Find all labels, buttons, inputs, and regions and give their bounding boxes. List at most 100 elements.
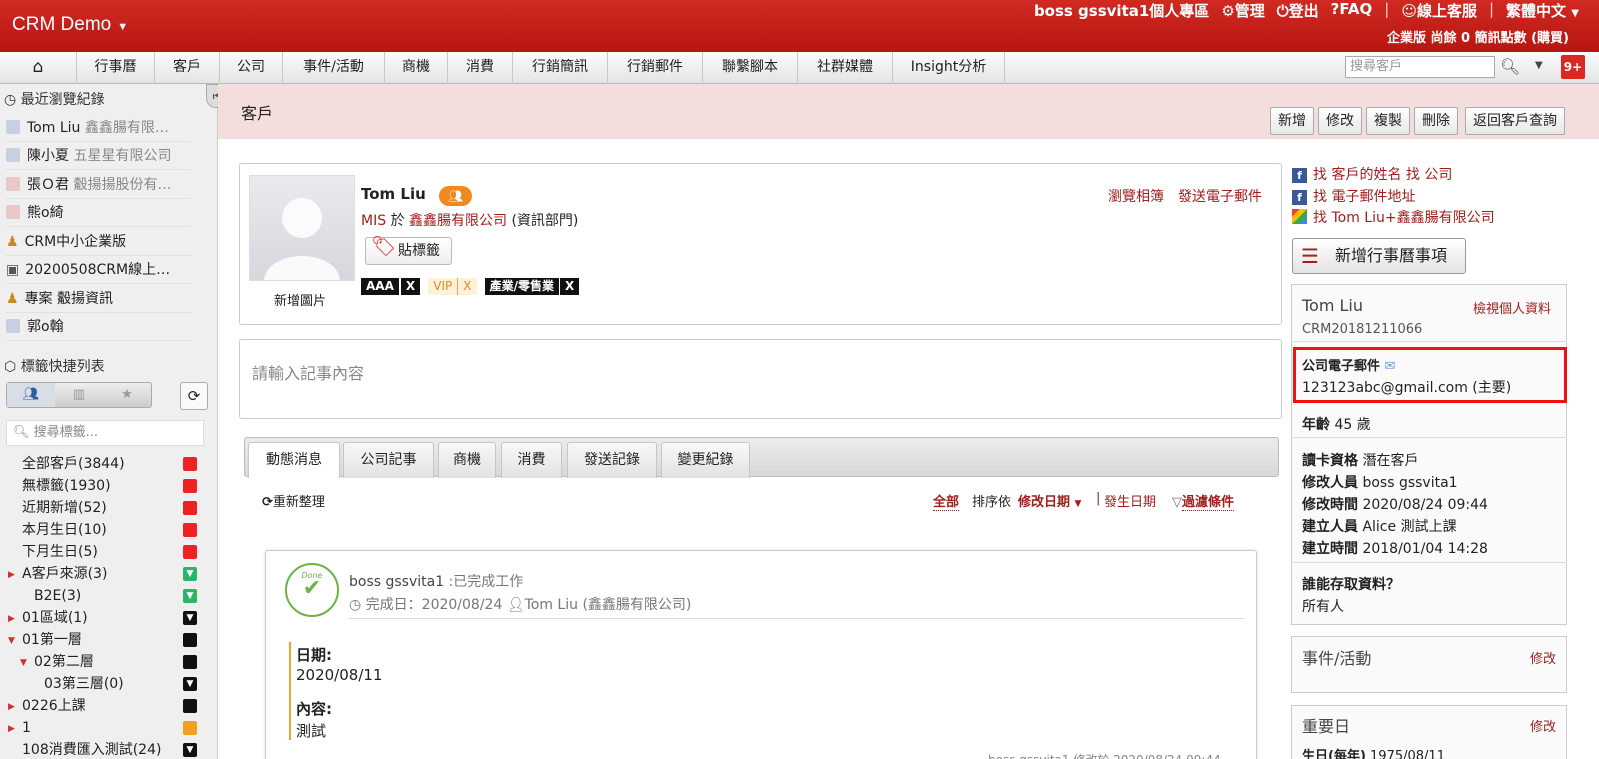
nav-item-scripts[interactable]: 聯繫腳本: [703, 52, 798, 84]
tab-change-log[interactable]: 變更紀錄: [661, 442, 750, 478]
search-icon[interactable]: 🔍︎: [1500, 57, 1520, 76]
company-link[interactable]: 鑫鑫腸有限公司: [409, 213, 507, 229]
add-button[interactable]: 新增: [1270, 107, 1314, 135]
tag-list-item[interactable]: 全部客戶(3844): [22, 453, 197, 475]
chevron-down-icon[interactable]: ▼: [1535, 60, 1543, 71]
back-to-search-button[interactable]: 返回客戶查詢: [1465, 107, 1565, 135]
important-edit-link[interactable]: 修改: [1530, 716, 1556, 735]
recent-item[interactable]: ♟ CRM中小企業版: [6, 228, 191, 256]
note-input[interactable]: [239, 339, 1282, 419]
nav-item-events[interactable]: 事件/活動: [283, 52, 385, 84]
tag-list-item[interactable]: ▼ 01第一層: [8, 629, 197, 651]
tag-list-item[interactable]: ▶ 1: [8, 717, 197, 739]
recent-item[interactable]: 郭o翰: [6, 313, 191, 341]
delete-button[interactable]: 刪除: [1414, 107, 1458, 135]
tag-list-item[interactable]: 108消費匯入測試(24) ▼: [22, 739, 197, 759]
nav-item-sms[interactable]: 行銷簡訊: [513, 52, 608, 84]
email-value[interactable]: 123123abc@gmail.com (主要): [1302, 377, 1511, 397]
nav-item-social[interactable]: 社群媒體: [798, 52, 893, 84]
add-tag-button[interactable]: 🏷︎ 貼標籤: [365, 234, 452, 265]
expand-arrow-icon[interactable]: ▶: [8, 564, 15, 586]
tag-list-item[interactable]: ▶ A客戶來源(3) ▼: [8, 563, 197, 585]
tag-list-item[interactable]: ▶ 0226上課: [8, 695, 197, 717]
feed-company[interactable]: (鑫鑫腸有限公司): [582, 597, 691, 613]
nav-item-company[interactable]: 公司: [220, 52, 283, 84]
find-company-link[interactable]: 公司: [1424, 167, 1452, 183]
tag-list-item[interactable]: ▼ 02第二層: [20, 651, 197, 674]
brand-menu[interactable]: CRM Demo ▼: [12, 14, 128, 36]
refresh-tags-icon[interactable]: ⟳: [180, 382, 208, 410]
sort-modified-date[interactable]: 修改日期 ▼: [1018, 491, 1081, 510]
recent-item[interactable]: ▣ 20200508CRM線上…: [6, 256, 191, 284]
tab-send-records[interactable]: 發送記錄: [567, 442, 657, 478]
refresh-button[interactable]: ⟳重新整理: [262, 491, 325, 510]
role-link[interactable]: MIS: [361, 213, 386, 229]
tag-list-item[interactable]: 無標籤(1930): [22, 475, 197, 497]
send-email-link[interactable]: 發送電子郵件: [1178, 186, 1262, 206]
recent-item[interactable]: ♟ 專案 觳揚資訊: [6, 285, 191, 313]
recent-item[interactable]: Tom Liu 鑫鑫腸有限…: [6, 114, 191, 142]
logout-link[interactable]: ⏻登出: [1277, 0, 1319, 21]
notification-badge[interactable]: 9+: [1561, 55, 1585, 79]
expand-arrow-icon[interactable]: ▶: [8, 718, 15, 740]
people-icon[interactable]: 👥︎: [7, 383, 55, 407]
tag-list-item[interactable]: 本月生日(10): [22, 519, 197, 541]
find-name-link[interactable]: 客戶的姓名: [1331, 167, 1401, 183]
collapse-arrow-icon[interactable]: ▼: [20, 652, 27, 674]
tag-list-item[interactable]: ▶ 01區域(1) ▼: [8, 607, 197, 629]
recent-item[interactable]: 張Ｏ君 觳揚揚股份有…: [6, 171, 191, 199]
nav-item-consumption[interactable]: 消費: [448, 52, 513, 84]
nav-item-insight[interactable]: Insight分析: [893, 52, 1005, 84]
events-edit-link[interactable]: 修改: [1530, 648, 1556, 667]
avatar: [6, 148, 20, 162]
recent-item[interactable]: 陳小夏 五星星有限公司: [6, 142, 191, 170]
copy-button[interactable]: 複製: [1366, 107, 1410, 135]
add-photo-link[interactable]: 新增圖片: [274, 290, 326, 309]
view-profile-link[interactable]: 檢視個人資料: [1473, 298, 1551, 317]
tag-list-item[interactable]: 下月生日(5): [22, 541, 197, 563]
credits-info[interactable]: 企業版 尚餘 0 簡訊點數 (購買): [1387, 27, 1569, 46]
support-link[interactable]: ☺線上客服: [1401, 0, 1477, 21]
money-bag-icon: ♟: [6, 291, 19, 307]
browse-album-link[interactable]: 瀏覽相簿: [1108, 186, 1164, 206]
tab-consumption[interactable]: 消費: [501, 442, 562, 478]
expand-arrow-icon[interactable]: ▶: [8, 608, 15, 630]
remove-label-button[interactable]: X: [399, 278, 421, 295]
tag-list-item[interactable]: 03第三層(0) ▼: [22, 673, 197, 695]
recent-item[interactable]: 熊o綺: [6, 199, 191, 227]
edit-button[interactable]: 修改: [1318, 107, 1362, 135]
remove-label-button[interactable]: X: [559, 278, 580, 295]
building-icon[interactable]: ▥: [55, 383, 103, 407]
envelope-icon[interactable]: ✉: [1385, 359, 1396, 374]
sort-occur-date[interactable]: 發生日期: [1104, 491, 1156, 510]
star-icon[interactable]: ★: [103, 383, 151, 407]
find-email-link[interactable]: 電子郵件地址: [1331, 189, 1415, 205]
user-area-link[interactable]: boss gssvita1個人專區: [1034, 0, 1209, 21]
remove-label-button[interactable]: X: [457, 278, 477, 295]
collapse-arrow-icon[interactable]: ▼: [8, 630, 15, 652]
home-button[interactable]: ⌂: [0, 52, 77, 84]
add-calendar-event-button[interactable]: ☰ 新增行事曆事項: [1292, 238, 1466, 274]
nav-item-email[interactable]: 行銷郵件: [608, 52, 703, 84]
manage-link[interactable]: ⚙管理: [1221, 0, 1264, 21]
tag-list-item[interactable]: B2E(3) ▼: [22, 585, 197, 607]
nav-item-customers[interactable]: 客戶: [155, 52, 220, 84]
contact-photo[interactable]: [249, 175, 355, 281]
feed-author[interactable]: boss gssvita1: [349, 574, 444, 590]
expand-arrow-icon[interactable]: ▶: [8, 696, 15, 718]
filter-conditions-link[interactable]: ▽過濾條件: [1172, 491, 1235, 511]
find-google-link[interactable]: Tom Liu+鑫鑫腸有限公司: [1331, 210, 1494, 226]
nav-item-calendar[interactable]: 行事曆: [77, 52, 155, 84]
tag-search-input[interactable]: 🔍︎ 搜尋標籤...: [6, 420, 204, 446]
tab-company-notes[interactable]: 公司記事: [343, 442, 434, 478]
language-menu[interactable]: 繁體中文 ▼: [1506, 0, 1579, 21]
filter-all-link[interactable]: 全部: [933, 491, 960, 511]
recent-header: ◷ 最近瀏覽紀錄: [4, 89, 105, 109]
feed-person[interactable]: Tom Liu: [525, 597, 578, 613]
tag-list-item[interactable]: 近期新增(52): [22, 497, 197, 519]
nav-item-opportunities[interactable]: 商機: [385, 52, 448, 84]
customer-search-input[interactable]: 搜尋客戶: [1345, 56, 1495, 78]
tab-news[interactable]: 動態消息: [248, 442, 340, 478]
faq-link[interactable]: ?FAQ: [1331, 0, 1373, 21]
tab-opportunities[interactable]: 商機: [438, 442, 496, 478]
